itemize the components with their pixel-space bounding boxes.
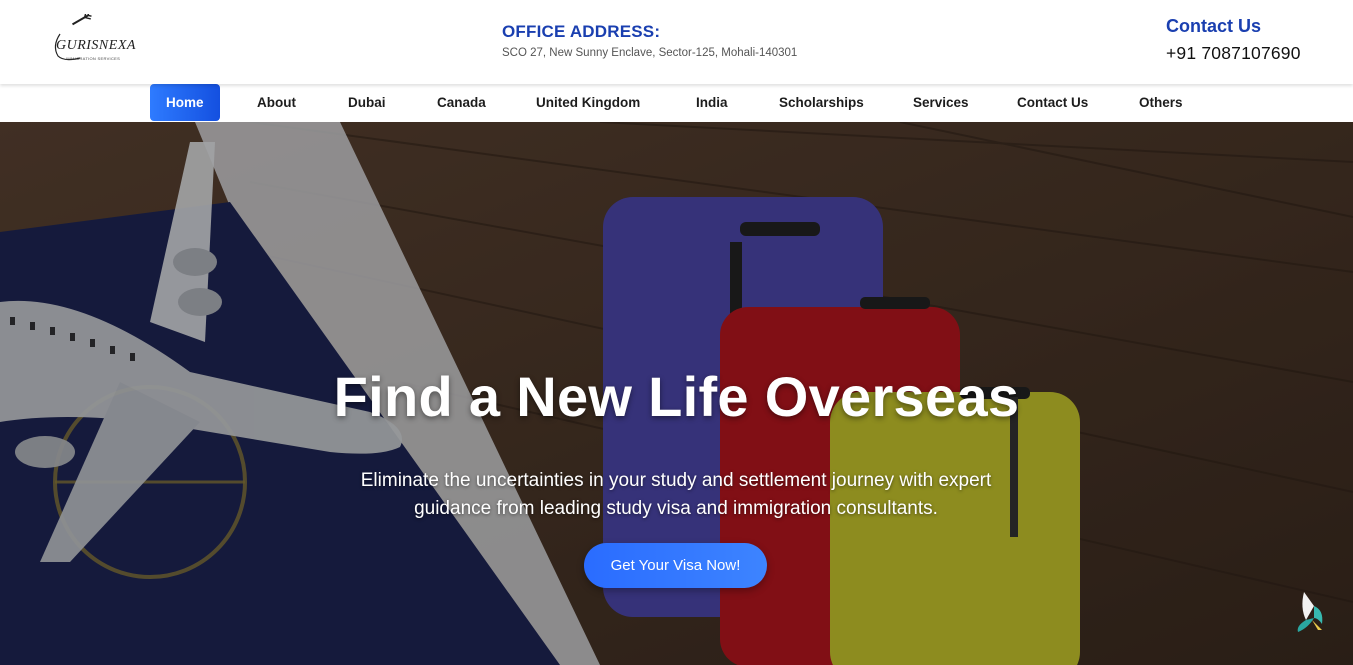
nav-about[interactable]: About <box>257 84 296 122</box>
nav-others[interactable]: Others <box>1139 84 1183 122</box>
hero-title: Find a New Life Overseas <box>333 365 1020 428</box>
main-nav: Home About Dubai Canada United Kingdom I… <box>0 84 1353 122</box>
contact-phone-link[interactable]: +91 7087107690 <box>1166 43 1301 64</box>
nav-india[interactable]: India <box>696 84 728 122</box>
top-header: GURISNEXA IMMIGRATION SERVICES OFFICE AD… <box>0 0 1353 84</box>
bird-widget-icon[interactable] <box>1292 590 1326 634</box>
hero-subtitle: Eliminate the uncertainties in your stud… <box>360 470 992 519</box>
contact-block: Contact Us +91 7087107690 <box>1166 16 1301 64</box>
office-address-block: OFFICE ADDRESS: SCO 27, New Sunny Enclav… <box>502 22 797 59</box>
nav-contact-us[interactable]: Contact Us <box>1017 84 1088 122</box>
office-address-text: SCO 27, New Sunny Enclave, Sector-125, M… <box>502 47 798 59</box>
logo-subtext: IMMIGRATION SERVICES <box>66 56 121 61</box>
get-visa-button[interactable]: Get Your Visa Now! <box>584 543 767 588</box>
contact-title: Contact Us <box>1166 16 1262 36</box>
hero-section: Find a New Life Overseas Eliminate the u… <box>0 122 1353 665</box>
office-address-title: OFFICE ADDRESS: <box>502 22 661 41</box>
nav-united-kingdom[interactable]: United Kingdom <box>536 84 640 122</box>
nav-canada[interactable]: Canada <box>437 84 486 122</box>
nav-dubai[interactable]: Dubai <box>348 84 386 122</box>
nav-services[interactable]: Services <box>913 84 969 122</box>
nav-scholarships[interactable]: Scholarships <box>779 84 864 122</box>
logo-text: GURISNEXA <box>56 38 136 53</box>
nav-home[interactable]: Home <box>150 84 220 121</box>
brand-logo[interactable]: GURISNEXA IMMIGRATION SERVICES <box>50 14 140 70</box>
